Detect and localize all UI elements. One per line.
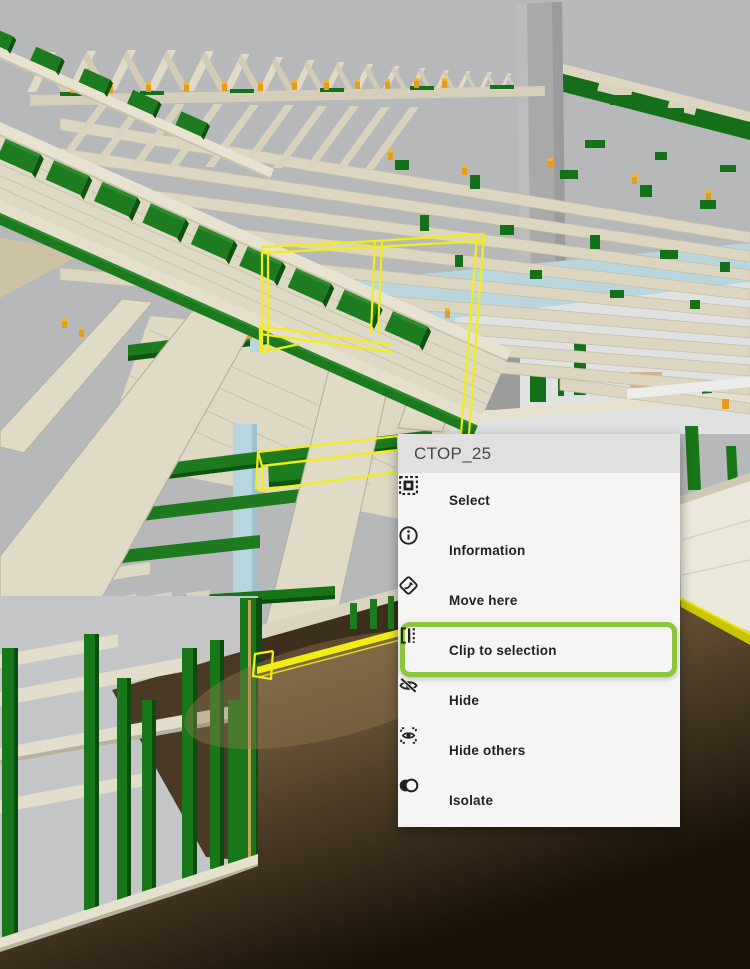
context-menu: CTOP_25 Select Information [398, 434, 680, 827]
move-here-icon [412, 590, 433, 611]
menu-item-isolate[interactable]: Isolate [398, 775, 680, 825]
context-menu-items: Select Information Move here [398, 473, 680, 827]
menu-item-information[interactable]: Information [398, 525, 680, 575]
clip-icon [412, 640, 433, 661]
menu-item-label: Information [449, 543, 525, 558]
menu-item-label: Clip to selection [449, 643, 557, 658]
menu-item-select[interactable]: Select [398, 475, 680, 525]
context-menu-title: CTOP_25 [398, 434, 680, 473]
menu-item-label: Move here [449, 593, 518, 608]
hide-others-icon [412, 740, 433, 761]
information-icon [412, 540, 433, 561]
menu-item-label: Isolate [449, 793, 493, 808]
menu-item-hide[interactable]: Hide [398, 675, 680, 725]
menu-item-hide-others[interactable]: Hide others [398, 725, 680, 775]
menu-item-label: Select [449, 493, 490, 508]
bim-viewport[interactable]: CTOP_25 Select Information [0, 0, 750, 969]
select-icon [412, 490, 433, 511]
menu-item-label: Hide others [449, 743, 525, 758]
menu-item-clip-to-selection[interactable]: Clip to selection [398, 625, 680, 675]
hide-icon [412, 690, 433, 711]
menu-item-label: Hide [449, 693, 479, 708]
menu-item-move-here[interactable]: Move here [398, 575, 680, 625]
isolate-icon [412, 790, 433, 811]
